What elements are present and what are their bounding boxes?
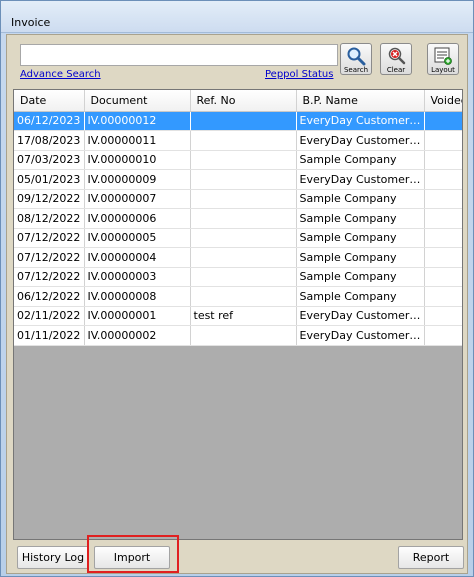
invoice-table: Date Document Ref. No B.P. Name Voided 0… [14,90,462,346]
cell-date: 07/12/2022 [14,228,85,248]
cell-bp: Sample Company [296,189,425,209]
search-button-label: Search [343,66,369,74]
layout-icon [434,47,452,65]
table-row[interactable]: 09/12/2022 IV.00000007 Sample Company [14,189,462,209]
cell-date: 06/12/2023 [14,111,85,131]
table-header-row: Date Document Ref. No B.P. Name Voided [14,90,462,112]
cell-ref [190,325,297,346]
cell-ref [190,169,297,190]
layout-button-label: Layout [431,66,455,74]
cell-date: 01/11/2022 [14,325,85,346]
cell-document: IV.00000006 [84,208,191,229]
import-highlight-box [87,535,179,573]
window-title: Invoice [11,16,51,29]
cell-date: 06/12/2022 [14,286,85,307]
cell-bp: Sample Company [296,228,425,248]
cell-document: IV.00000012 [84,111,191,131]
clear-button-label: Clear [386,66,406,74]
cell-ref: test ref [190,306,297,326]
report-button[interactable]: Report [398,546,464,569]
invoice-window: Invoice Advance Search Peppol Status Sea… [0,0,474,577]
cell-document: IV.00000002 [84,325,191,346]
cell-voided [424,286,462,307]
cell-ref [190,267,297,287]
cell-ref [190,228,297,248]
invoice-grid[interactable]: Date Document Ref. No B.P. Name Voided 0… [13,89,463,540]
advance-search-link[interactable]: Advance Search [20,69,101,80]
search-input[interactable] [20,44,338,66]
cell-document: IV.00000008 [84,286,191,307]
column-header-bp-name[interactable]: B.P. Name [296,90,425,112]
column-header-document[interactable]: Document [84,90,191,112]
cell-bp: EveryDay Customer P... [296,130,425,151]
cell-voided [424,169,462,190]
peppol-status-link[interactable]: Peppol Status [265,69,333,80]
title-bar[interactable]: Invoice [1,1,473,33]
table-row[interactable]: 01/11/2022 IV.00000002 EveryDay Customer P… [14,325,462,346]
table-row[interactable]: 17/08/2023 IV.00000011 EveryDay Customer P… [14,130,462,151]
cell-bp: EveryDay Customer P... [296,169,425,190]
cell-document: IV.00000004 [84,247,191,268]
cell-ref [190,111,297,131]
cell-voided [424,228,462,248]
table-row[interactable]: 06/12/2022 IV.00000008 Sample Company [14,286,462,307]
column-header-date[interactable]: Date [14,90,85,112]
cell-ref [190,286,297,307]
table-row[interactable]: 07/12/2022 IV.00000004 Sample Company [14,247,462,268]
search-button[interactable]: Search [340,43,372,75]
cell-voided [424,189,462,209]
cell-document: IV.00000009 [84,169,191,190]
cell-bp: Sample Company [296,247,425,268]
cell-ref [190,150,297,170]
cell-bp: EveryDay Customer P... [296,111,425,131]
cell-bp: EveryDay Customer P... [296,306,425,326]
cell-voided [424,208,462,229]
cell-date: 07/12/2022 [14,267,85,287]
invoice-panel: Advance Search Peppol Status Search Clea… [6,34,468,574]
table-row[interactable]: 05/01/2023 IV.00000009 EveryDay Customer P… [14,169,462,190]
cell-document: IV.00000010 [84,150,191,170]
cell-bp: Sample Company [296,286,425,307]
table-row[interactable]: 06/12/2023 IV.00000012 EveryDay Customer P… [14,111,462,131]
cell-date: 07/03/2023 [14,150,85,170]
table-row[interactable]: 07/03/2023 IV.00000010 Sample Company [14,150,462,170]
cell-voided [424,150,462,170]
cell-voided [424,267,462,287]
table-row[interactable]: 07/12/2022 IV.00000003 Sample Company [14,267,462,287]
history-log-button[interactable]: History Log [17,546,89,569]
cell-date: 17/08/2023 [14,130,85,151]
magnifier-icon [347,47,366,66]
cell-date: 02/11/2022 [14,306,85,326]
cell-ref [190,189,297,209]
cell-document: IV.00000005 [84,228,191,248]
column-header-voided[interactable]: Voided [424,90,462,112]
cell-document: IV.00000001 [84,306,191,326]
cell-voided [424,111,462,131]
layout-button[interactable]: Layout [427,43,459,75]
clear-button[interactable]: Clear [380,43,412,75]
cell-voided [424,130,462,151]
cell-ref [190,247,297,268]
cell-document: IV.00000003 [84,267,191,287]
cell-date: 09/12/2022 [14,189,85,209]
cell-ref [190,208,297,229]
table-row[interactable]: 07/12/2022 IV.00000005 Sample Company [14,228,462,248]
cell-document: IV.00000007 [84,189,191,209]
table-row[interactable]: 02/11/2022 IV.00000001 test ref EveryDay Cu… [14,306,462,326]
column-header-ref-no[interactable]: Ref. No [190,90,297,112]
clear-icon [388,47,406,65]
cell-bp: Sample Company [296,208,425,229]
cell-voided [424,306,462,326]
cell-bp: Sample Company [296,267,425,287]
cell-voided [424,325,462,346]
cell-date: 05/01/2023 [14,169,85,190]
table-row[interactable]: 08/12/2022 IV.00000006 Sample Company [14,208,462,229]
cell-date: 08/12/2022 [14,208,85,229]
cell-voided [424,247,462,268]
cell-bp: EveryDay Customer P... [296,325,425,346]
cell-bp: Sample Company [296,150,425,170]
cell-ref [190,130,297,151]
cell-document: IV.00000011 [84,130,191,151]
cell-date: 07/12/2022 [14,247,85,268]
